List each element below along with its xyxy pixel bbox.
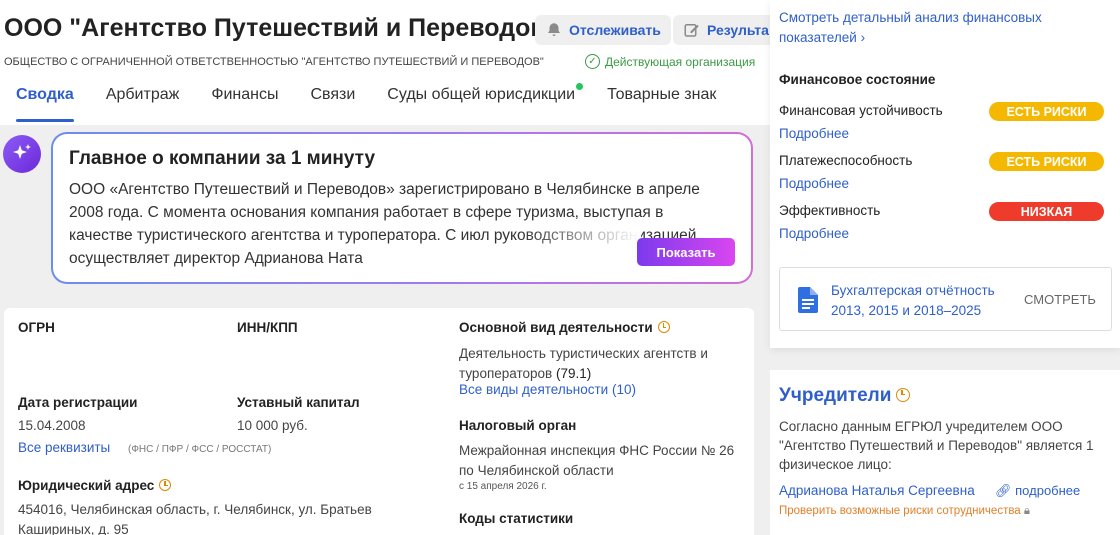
tax-value: Межрайонная инспекция ФНС России № 26 по… xyxy=(459,443,735,478)
track-button[interactable]: Отслеживать xyxy=(535,15,671,45)
tab-general-courts[interactable]: Суды общей юрисдикции xyxy=(371,82,591,122)
ai-summary-title: Главное о компании за 1 минуту xyxy=(69,148,376,169)
requisites-card: ОГРН ИНН/КПП Основной вид деятельности Д… xyxy=(4,308,754,535)
company-full-name: ОБЩЕСТВО С ОГРАНИЧЕННОЙ ОТВЕТСТВЕННОСТЬЮ… xyxy=(4,56,544,68)
tax-date: с 15 апреля 2026 г. xyxy=(459,481,547,492)
document-icon xyxy=(798,287,818,313)
clock-icon xyxy=(896,388,911,402)
tab-general-courts-label: Суды общей юрисдикции xyxy=(387,86,576,103)
solvency-badge: ЕСТЬ РИСКИ xyxy=(989,152,1104,171)
activities-link[interactable]: Все виды деятельности (10) xyxy=(459,382,636,397)
chevron-right-icon: › xyxy=(860,30,866,45)
address-value: 454016, Челябинская область, г. Челябинс… xyxy=(18,502,372,535)
accounting-report-card[interactable]: Бухгалтерская отчётность 2013, 2015 и 20… xyxy=(779,267,1112,331)
tab-summary-label: Сводка xyxy=(16,86,74,103)
address-label-text: Юридический адрес xyxy=(18,478,155,493)
status-text: Действующая организация xyxy=(605,54,756,69)
activity-label: Основной вид деятельности xyxy=(459,320,670,335)
risk-check-link[interactable]: Проверить возможные риски сотрудничества… xyxy=(779,505,1030,518)
founders-title-text: Учредители xyxy=(779,385,892,406)
finance-analysis-link[interactable]: Смотреть детальный анализ финансовых пок… xyxy=(779,8,1099,48)
fin-stability-more-link[interactable]: Подробнее xyxy=(779,126,849,141)
company-header: ООО "Агентство Путешествий и Переводов" … xyxy=(0,0,793,125)
sparkle-icon xyxy=(3,135,41,173)
clock-icon xyxy=(159,479,172,491)
ogrn-label: ОГРН xyxy=(18,320,55,335)
ai-summary-card: Главное о компании за 1 минуту ООО «Аген… xyxy=(51,132,753,284)
solvency-more-link[interactable]: Подробнее xyxy=(779,176,849,191)
reg-date-value: 15.04.2008 xyxy=(18,418,86,433)
founders-card: Учредители Согласно данным ЕГРЮЛ учредит… xyxy=(770,370,1120,535)
fin-stability-label: Финансовая устойчивость xyxy=(779,103,943,118)
tab-trademarks-label: Товарные знак xyxy=(607,86,717,103)
tab-arbitration-label: Арбитраж xyxy=(105,86,180,103)
link-icon: 🔗︎ xyxy=(995,483,1012,498)
tab-finance[interactable]: Финансы xyxy=(195,82,294,122)
page-title: ООО "Агентство Путешествий и Переводов" xyxy=(4,14,558,42)
founder-more-link[interactable]: 🔗︎ подробнее xyxy=(995,483,1080,499)
reg-date-label: Дата регистрации xyxy=(18,395,138,410)
lock-icon: 🔒︎ xyxy=(1023,505,1031,517)
efficiency-badge: НИЗКАЯ xyxy=(989,202,1104,221)
requisites-note: (ФНС / ПФР / ФСС / РОССТАТ) xyxy=(128,444,272,455)
requisites-link[interactable]: Все реквизиты xyxy=(18,440,110,455)
finance-heading: Финансовое состояние xyxy=(779,72,936,87)
activity-label-text: Основной вид деятельности xyxy=(459,320,653,335)
tab-finance-label: Финансы xyxy=(211,86,279,103)
address-label: Юридический адрес xyxy=(18,478,172,493)
efficiency-more-link[interactable]: Подробнее xyxy=(779,226,849,241)
bell-icon xyxy=(548,23,560,36)
edit-icon xyxy=(684,24,699,37)
capital-label: Уставный капитал xyxy=(237,395,360,410)
report-text: Бухгалтерская отчётность 2013, 2015 и 20… xyxy=(831,283,995,318)
tab-trademarks[interactable]: Товарные знак xyxy=(591,82,732,122)
fin-stability-badge: ЕСТЬ РИСКИ xyxy=(989,102,1104,121)
efficiency-label: Эффективность xyxy=(779,203,881,218)
founders-title: Учредители xyxy=(779,385,911,407)
tax-label: Налоговый орган xyxy=(459,418,577,433)
risk-check-text: Проверить возможные риски сотрудничества xyxy=(779,505,1021,517)
capital-value: 10 000 руб. xyxy=(237,418,308,433)
show-button[interactable]: Показать xyxy=(637,238,735,266)
report-view-button[interactable]: СМОТРЕТЬ xyxy=(1024,292,1096,307)
finance-analysis-text: Смотреть детальный анализ финансовых пок… xyxy=(779,10,1042,45)
founder-more-text: подробнее xyxy=(1015,483,1081,498)
check-icon: ✓ xyxy=(585,54,600,69)
activity-code: (79.1) xyxy=(555,366,592,381)
solvency-label: Платежеспособность xyxy=(779,153,913,168)
track-label: Отслеживать xyxy=(569,22,661,38)
inn-label: ИНН/КПП xyxy=(237,320,298,335)
clock-icon xyxy=(657,321,670,333)
tab-connections[interactable]: Связи xyxy=(294,82,371,122)
text-fade xyxy=(521,220,641,270)
activity-value: Деятельность туристических агентств и ту… xyxy=(459,344,744,384)
stats-label: Коды статистики xyxy=(459,511,574,526)
tab-arbitration[interactable]: Арбитраж xyxy=(90,82,196,122)
tab-connections-label: Связи xyxy=(310,86,356,103)
founders-description: Согласно данным ЕГРЮЛ учредителем ООО "А… xyxy=(779,419,1094,472)
finance-panel: Смотреть детальный анализ финансовых пок… xyxy=(770,0,1120,348)
results-label: Результа xyxy=(707,22,769,38)
tab-bar: Сводка Арбитраж Финансы Связи Суды общей… xyxy=(0,82,770,122)
tab-summary[interactable]: Сводка xyxy=(0,82,90,122)
new-indicator-dot xyxy=(576,83,584,90)
founder-name-link[interactable]: Адрианова Наталья Сергеевна xyxy=(779,483,975,498)
status-badge: ✓ Действующая организация xyxy=(585,54,755,69)
